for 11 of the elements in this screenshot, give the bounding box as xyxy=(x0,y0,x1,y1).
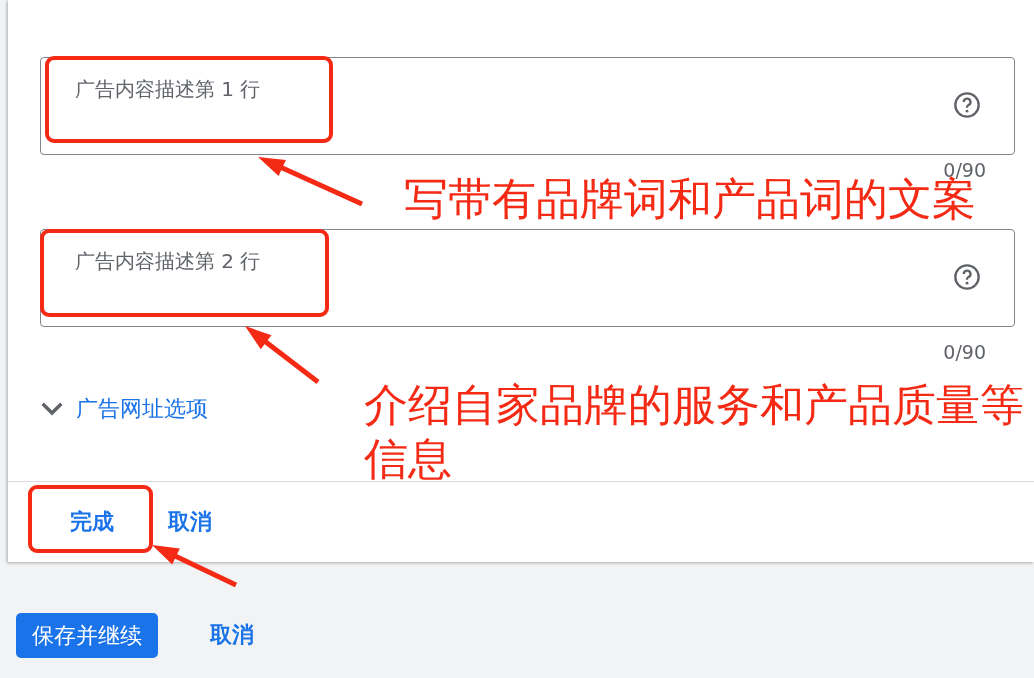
done-button[interactable]: 完成 xyxy=(48,499,136,545)
help-icon[interactable] xyxy=(953,263,981,291)
help-icon[interactable] xyxy=(953,91,981,119)
url-options-link[interactable]: 广告网址选项 xyxy=(76,394,208,424)
save-continue-button[interactable]: 保存并继续 xyxy=(16,612,158,658)
annotation-text: 介绍自家品牌的服务和产品质量等信息 xyxy=(364,378,1025,486)
character-counter: 0/90 xyxy=(943,341,986,363)
cancel-button[interactable]: 取消 xyxy=(188,612,276,658)
cancel-button[interactable]: 取消 xyxy=(146,499,234,545)
text-field[interactable]: 广告内容描述第 1 行 xyxy=(40,57,1015,155)
text-field[interactable]: 广告内容描述第 2 行 xyxy=(40,229,1015,327)
